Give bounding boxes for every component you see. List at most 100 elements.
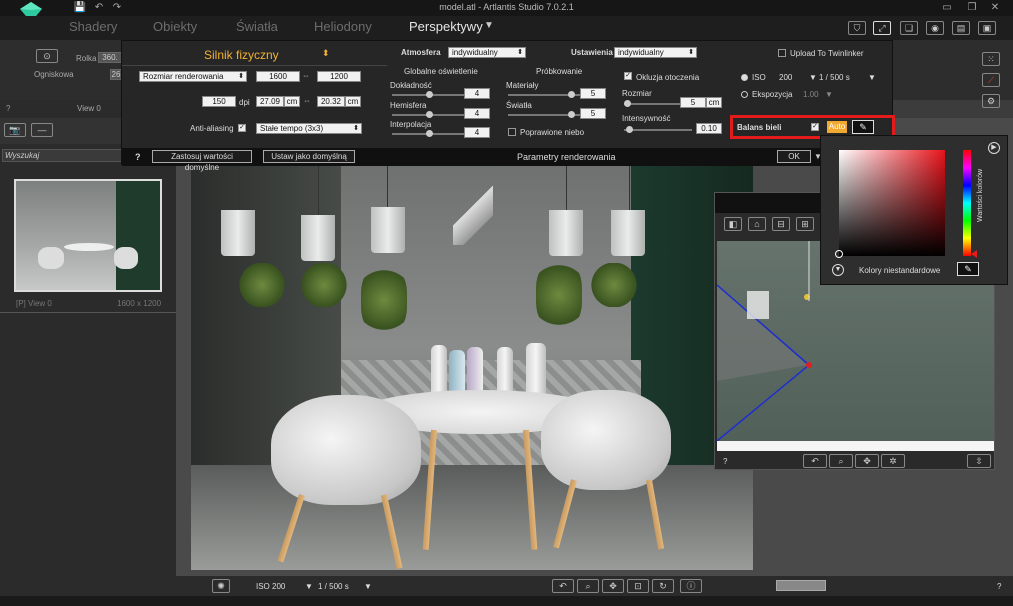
apply-default-button[interactable]: Zastosuj wartości domyślne — [152, 150, 252, 172]
add-camera-icon[interactable]: 📷 — [4, 123, 26, 137]
bottom-shutter-arrow2-icon[interactable]: ▼ — [364, 582, 372, 591]
render-size-select[interactable]: Rozmiar renderowania — [139, 71, 247, 82]
height-field[interactable]: 1200 — [317, 71, 361, 82]
bottom-help[interactable]: ? — [997, 582, 1001, 591]
hue-marker-icon[interactable] — [971, 250, 977, 258]
picker-eyedropper-icon[interactable]: ✎ — [957, 262, 979, 276]
redo-icon[interactable]: ↷ — [110, 2, 124, 14]
bottom-shutter-arrow-icon[interactable]: ▼ — [305, 582, 313, 591]
rozmiar-unit[interactable]: cm — [706, 97, 722, 108]
dokladnosc-field[interactable]: 4 — [464, 88, 490, 99]
dialog-help[interactable]: ? — [135, 152, 141, 162]
render-icon[interactable]: ▣ — [978, 21, 996, 35]
poprawione-niebo-checkbox[interactable] — [508, 128, 516, 136]
left-help[interactable]: ? — [6, 104, 10, 113]
iso-value[interactable]: 200 — [779, 73, 792, 82]
perspektywy-dropdown-icon[interactable]: ▼ — [484, 20, 494, 31]
undo-icon[interactable]: ↶ — [92, 2, 106, 14]
iso-radio[interactable] — [741, 74, 748, 81]
engine-select[interactable]: Silnik fizyczny — [204, 48, 279, 62]
interpolacja-slider[interactable] — [392, 130, 464, 137]
cm-width-unit[interactable]: cm — [284, 96, 300, 107]
nav-house-icon[interactable]: ⌂ — [748, 217, 766, 231]
close-icon[interactable]: ✕ — [988, 2, 1002, 14]
bottom-info-icon[interactable]: ⓘ — [680, 579, 702, 593]
nav-front-icon[interactable]: ◧ — [724, 217, 742, 231]
interpolacja-field[interactable]: 4 — [464, 127, 490, 138]
ustawienia-select[interactable]: indywidualny — [614, 47, 697, 58]
cart-icon[interactable]: ⛉ — [848, 21, 866, 35]
nav-pan-icon[interactable]: ✥ — [855, 454, 879, 468]
bottom-slider[interactable] — [776, 580, 826, 591]
shutter-value[interactable]: 1 / 500 s — [819, 73, 850, 82]
shutter-dropdown-icon[interactable]: ▼ — [809, 73, 817, 82]
cm-height-field[interactable]: 20.32 — [317, 96, 345, 107]
link-ratio-icon[interactable]: ⇔ — [302, 71, 310, 80]
bottom-zoom-icon[interactable]: ⌕ — [577, 579, 599, 593]
okluzja-checkbox[interactable]: ✓ — [624, 72, 632, 80]
menu-swiatla[interactable]: Światła — [236, 19, 278, 34]
rozmiar-field[interactable]: 5 — [680, 97, 706, 108]
materialy-field[interactable]: 5 — [580, 88, 606, 99]
intensywnosc-slider[interactable] — [624, 126, 692, 133]
antialias-mode-select[interactable]: Stałe tempo (3x3) — [256, 123, 362, 134]
transform-icon[interactable]: ⤢ — [873, 21, 891, 35]
bottom-refresh-icon[interactable]: ↻ — [652, 579, 674, 593]
settings-gear-icon[interactable]: ⚙ — [982, 94, 1000, 108]
menu-perspektywy[interactable]: Perspektywy — [409, 19, 483, 34]
axis-icon[interactable]: ⟋ — [982, 73, 1000, 87]
nav-zoom-icon[interactable]: ⌕ — [829, 454, 853, 468]
nav-collapse-icon[interactable]: ⇳ — [967, 454, 991, 468]
menu-shadery[interactable]: Shadery — [69, 19, 117, 34]
saturation-value-area[interactable] — [839, 150, 945, 256]
auto-button[interactable]: Auto — [827, 121, 847, 133]
hue-slider[interactable] — [963, 150, 971, 256]
camera-icon[interactable]: ◉ — [926, 21, 944, 35]
set-default-button[interactable]: Ustaw jako domyślną — [263, 150, 355, 163]
color-cursor[interactable] — [835, 250, 843, 258]
menu-heliodony[interactable]: Heliodony — [314, 19, 372, 34]
balans-bieli-checkbox[interactable]: ✓ — [811, 123, 819, 131]
restore-icon[interactable]: ❐ — [965, 2, 979, 14]
antialias-checkbox[interactable]: ✓ — [238, 124, 246, 132]
remove-view-button[interactable]: — — [31, 123, 53, 137]
atmosfera-select[interactable]: indywidualny — [448, 47, 526, 58]
expand-down-icon[interactable]: ▼ — [832, 264, 844, 276]
eye-icon[interactable]: ⊙ — [36, 49, 58, 63]
minimize-icon[interactable]: ▭ — [940, 2, 954, 14]
width-field[interactable]: 1600 — [256, 71, 300, 82]
bottom-iso[interactable]: ISO 200 — [256, 582, 285, 591]
hemisfera-slider[interactable] — [392, 111, 464, 118]
cm-link-icon[interactable]: ⇔ — [303, 96, 311, 105]
dokladnosc-slider[interactable] — [392, 91, 464, 98]
view-thumbnail[interactable] — [14, 179, 162, 292]
nav-top-icon[interactable]: ⊟ — [772, 217, 790, 231]
save-icon[interactable]: 💾 — [73, 2, 87, 14]
bottom-undo-icon[interactable]: ↶ — [552, 579, 574, 593]
rozmiar-slider[interactable] — [624, 100, 680, 107]
materialy-slider[interactable] — [508, 91, 580, 98]
swiatla-field[interactable]: 5 — [580, 108, 606, 119]
windows-icon[interactable]: ❏ — [900, 21, 918, 35]
upload-checkbox[interactable] — [778, 49, 786, 57]
grid-icon[interactable]: ⁙ — [982, 52, 1000, 66]
aperture-icon[interactable]: ✺ — [212, 579, 230, 593]
menu-obiekty[interactable]: Obiekty — [153, 19, 197, 34]
nav-undo-icon[interactable]: ↶ — [803, 454, 827, 468]
bottom-frame-icon[interactable]: ⊡ — [627, 579, 649, 593]
ekspozycja-radio[interactable] — [741, 91, 748, 98]
nav-orbit-icon[interactable]: ✲ — [881, 454, 905, 468]
shutter-arrow-icon[interactable]: ▼ — [868, 73, 876, 82]
eyedropper-icon[interactable]: ✎ — [852, 120, 874, 134]
rolka-field[interactable]: 360. — [98, 52, 122, 63]
ok-button[interactable]: OK — [777, 150, 811, 163]
dpi-field[interactable]: 150 — [202, 96, 236, 107]
hemisfera-field[interactable]: 4 — [464, 108, 490, 119]
cm-height-unit[interactable]: cm — [345, 96, 361, 107]
intensywnosc-field[interactable]: 0.10 — [696, 123, 722, 134]
bottom-shutter[interactable]: 1 / 500 s — [318, 582, 349, 591]
ekspozycja-arrow-icon[interactable]: ▼ — [825, 90, 833, 99]
bottom-pan-icon[interactable]: ✥ — [602, 579, 624, 593]
nav-help[interactable]: ? — [723, 457, 727, 466]
ekspozycja-value[interactable]: 1.00 — [803, 90, 819, 99]
